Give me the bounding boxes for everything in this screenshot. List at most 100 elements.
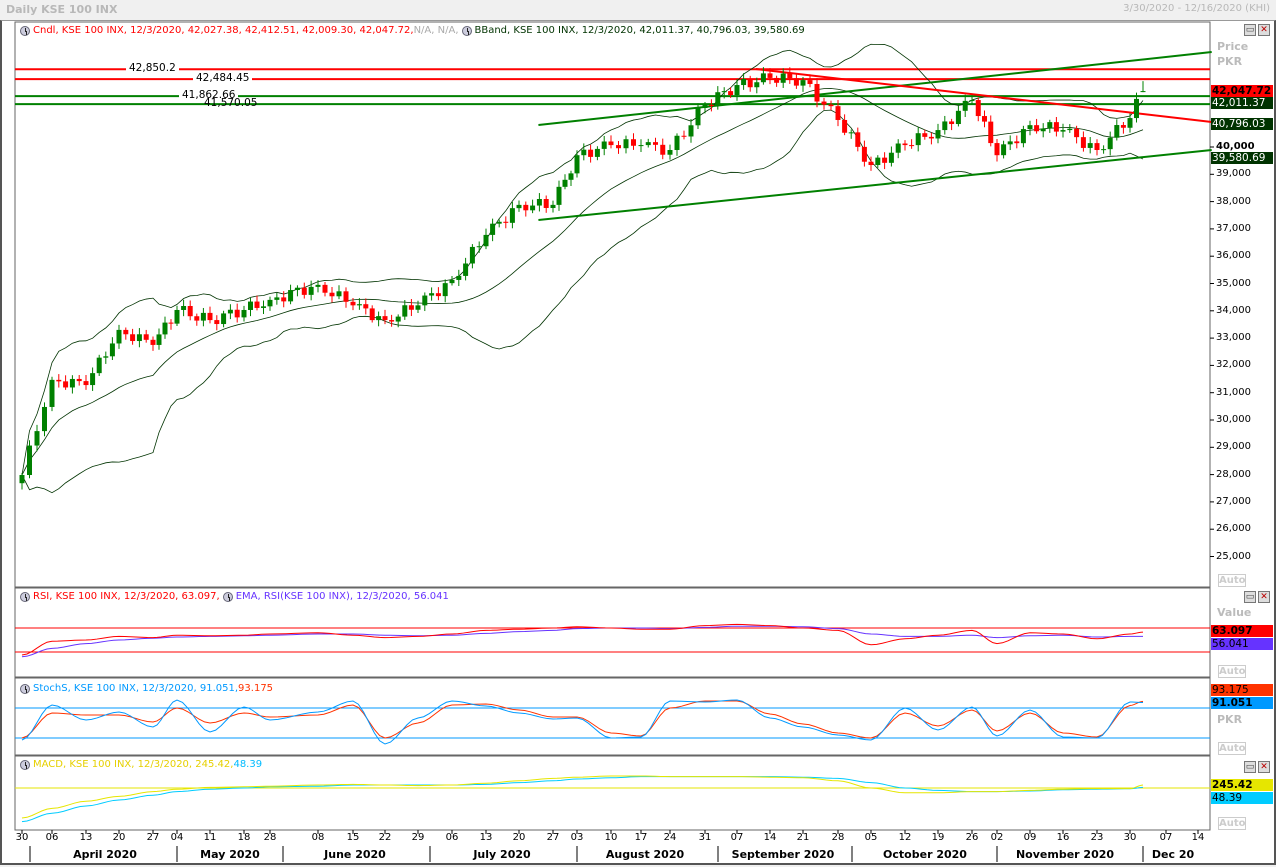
stoch-legend-text: StochS, KSE 100 INX, 12/3/2020, 91.051, (33, 683, 239, 694)
candle-body (187, 306, 193, 317)
minimize-panel-button[interactable]: ▭ (1244, 591, 1256, 603)
auto-scale-button[interactable]: Auto (1218, 574, 1246, 587)
clock-icon[interactable] (222, 591, 233, 602)
date-tick-label: 31 (698, 832, 712, 843)
candle-body (207, 312, 213, 321)
date-tick-label: 08 (311, 832, 325, 843)
candle-body (556, 186, 562, 205)
candle-body (721, 91, 727, 93)
close-panel-button[interactable]: ✕ (1258, 24, 1270, 36)
candle-body (767, 73, 773, 78)
date-tick-label: 14 (1191, 832, 1205, 843)
date-tick-label: 19 (931, 832, 945, 843)
date-tick-label: 10 (604, 832, 618, 843)
candle-body (1020, 129, 1026, 144)
price-tick-label: 27,000 (1216, 495, 1251, 507)
candle-body (382, 316, 388, 321)
clock-icon[interactable] (20, 591, 30, 602)
candle-body (1027, 125, 1033, 130)
candle-body (909, 145, 915, 147)
candle-body (109, 343, 115, 357)
candle-body (780, 73, 786, 83)
price-tick-label: 39,000 (1216, 168, 1251, 180)
minimize-panel-button[interactable]: ▭ (1244, 761, 1256, 773)
close-panel-button[interactable]: ✕ (1258, 591, 1270, 603)
candle-body (376, 316, 382, 321)
candle-body (69, 378, 75, 388)
candle-body (588, 149, 594, 157)
candle-body (90, 373, 96, 386)
price-tick-label: 40,000 (1216, 141, 1255, 152)
candle-legend-na: N/A, N/A, (413, 25, 459, 36)
candle-body (294, 287, 300, 291)
candle-body (1101, 149, 1107, 151)
candle-body (408, 305, 414, 310)
candle-body (150, 339, 156, 345)
price-axis-title: Price (1217, 40, 1249, 53)
candle-body (241, 309, 247, 318)
candle-body (638, 145, 644, 147)
date-tick-label: 09 (1023, 832, 1037, 843)
date-tick-label: 17 (634, 832, 648, 843)
price-tick-label: 37,000 (1216, 222, 1251, 234)
price-tick-label: 34,000 (1216, 304, 1251, 316)
candle-body (695, 107, 701, 126)
bb-upper-badge: 42,011.37 (1211, 97, 1273, 109)
candle-body (363, 304, 369, 309)
date-tick-label: 28 (831, 832, 845, 843)
candle-body (760, 73, 766, 83)
candle-body (530, 205, 536, 211)
candle-body (1080, 137, 1086, 148)
candle-body (949, 121, 955, 125)
candle-body (350, 301, 356, 306)
candle-body (915, 133, 921, 146)
close-panel-button[interactable]: ✕ (1258, 761, 1270, 773)
date-tick-label: 23 (1090, 832, 1104, 843)
candle-body (1134, 98, 1139, 119)
date-tick-label: 03 (570, 832, 584, 843)
candle-body (574, 155, 580, 174)
minimize-panel-button[interactable]: ▭ (1244, 24, 1256, 36)
date-tick-label: 30 (15, 832, 29, 843)
candle-body (83, 381, 89, 386)
price-legend: Cndl, KSE 100 INX, 12/3/2020, 42,027.38,… (20, 25, 805, 36)
candle-body (882, 157, 888, 163)
price-tick-label: 25,000 (1216, 550, 1251, 562)
candle-body (562, 179, 568, 187)
candle-body (835, 106, 841, 120)
auto-scale-button[interactable]: Auto (1218, 817, 1246, 830)
candle-body (1074, 128, 1080, 138)
date-tick-label: 05 (864, 832, 878, 843)
candle-body (456, 275, 462, 280)
clock-icon[interactable] (20, 683, 30, 694)
date-tick-label: 13 (79, 832, 93, 843)
auto-scale-button[interactable]: Auto (1218, 742, 1246, 755)
date-tick-label: 29 (411, 832, 425, 843)
candle-body (463, 263, 469, 276)
auto-scale-button[interactable]: Auto (1218, 665, 1246, 678)
candle-body (267, 299, 273, 307)
clock-icon[interactable] (461, 25, 472, 36)
candle-body (895, 143, 901, 153)
candle-body (281, 297, 287, 302)
candle-body (469, 246, 475, 264)
clock-icon[interactable] (20, 25, 30, 36)
stoch-axis-unit: PKR (1217, 713, 1243, 726)
candle-body (1067, 128, 1073, 131)
macd-line (21, 775, 1144, 819)
candle-body (27, 445, 32, 476)
candle-body (702, 104, 708, 108)
candle-body (322, 284, 328, 293)
candle-body (442, 283, 448, 297)
candle-body (415, 305, 421, 310)
candle-body (1087, 143, 1093, 148)
candle-body (955, 110, 961, 125)
candle-body (168, 322, 174, 324)
candle-body (536, 199, 542, 206)
candle-body (994, 143, 1000, 156)
candle-body (975, 100, 981, 117)
clock-icon[interactable] (20, 759, 30, 770)
bband-middle-line (21, 88, 1144, 476)
candle-body (988, 121, 994, 144)
chart-canvas[interactable] (0, 0, 1276, 867)
